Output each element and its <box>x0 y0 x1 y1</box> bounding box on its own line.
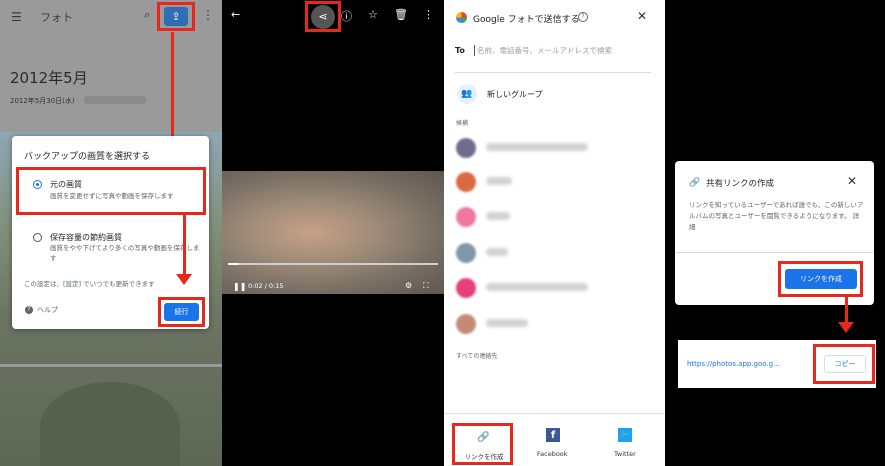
link-icon[interactable]: 🔗 <box>477 432 489 443</box>
contact-item[interactable] <box>456 278 656 300</box>
date-heading: 2012年5月 <box>10 69 88 87</box>
create-link-label[interactable]: リンクを作成 <box>459 451 509 461</box>
radio-storage-saver[interactable] <box>33 233 42 242</box>
upload-highlight: ⇪ <box>157 2 195 31</box>
option1-title: 元の画質 <box>50 180 82 189</box>
option2-desc: 画質をやや下げてより多くの写真や動画を保存します <box>50 244 200 262</box>
arrow-shaft <box>845 297 848 323</box>
video-viewer-panel: ← ⋖ ⓘ ☆ 🗑 ⋮ ❚❚ 0:02 / 0:15 ⚙ ⛶ <box>222 0 444 466</box>
bottom-divider <box>444 413 665 414</box>
continue-highlight: 続行 <box>158 297 205 327</box>
contact-item[interactable] <box>456 243 656 265</box>
blurred-location <box>84 96 146 104</box>
to-label: To <box>455 46 465 55</box>
contact-name-blurred <box>486 283 588 291</box>
suggestions-label: 候補 <box>456 120 469 127</box>
avatar <box>456 243 476 263</box>
link-icon: 🔗 <box>689 178 701 188</box>
recipient-search-input[interactable]: 名前、電話番号、メールアドレスで検索 <box>474 45 612 56</box>
help-icon[interactable]: ? <box>578 12 588 22</box>
share-highlight: ⋖ <box>305 1 341 32</box>
google-photos-logo-icon <box>456 12 467 23</box>
subdate: 2012年5月30日(水) <box>10 97 75 105</box>
close-icon[interactable]: ✕ <box>847 174 857 188</box>
twitter-icon[interactable]: 🐦 <box>618 428 632 442</box>
avatar <box>456 138 476 158</box>
create-link-highlight: 🔗 リンクを作成 <box>452 423 513 465</box>
settings-icon[interactable]: ⚙ <box>405 281 412 290</box>
new-group-label[interactable]: 新しいグループ <box>487 89 543 100</box>
app-title: フォト <box>40 11 73 24</box>
menu-icon[interactable]: ☰ <box>11 10 22 24</box>
grid-divider <box>0 364 222 367</box>
close-icon[interactable]: ✕ <box>637 9 647 23</box>
avatar <box>456 314 476 334</box>
progress-bar[interactable] <box>228 263 438 265</box>
trash-icon[interactable]: 🗑 <box>394 8 408 21</box>
shared-url[interactable]: https://photos.app.goo.g... <box>687 360 780 368</box>
arrow-shaft <box>183 215 186 275</box>
avatar <box>456 278 476 298</box>
facebook-label[interactable]: Facebook <box>537 450 568 458</box>
contact-name-blurred <box>486 248 508 256</box>
continue-button[interactable]: 続行 <box>164 303 199 321</box>
search-icon[interactable]: ⌕ <box>144 8 150 22</box>
option1-desc: 画質を変更せずに写真や動画を保存します <box>50 192 174 200</box>
sheet-title: Google フォトで送信する <box>473 15 580 25</box>
contact-item[interactable] <box>456 207 656 229</box>
back-arrow-icon[interactable]: ← <box>231 8 240 21</box>
share-icon[interactable]: ⋖ <box>311 5 335 29</box>
dialog-description: リンクを知っているユーザーであれば誰でも、この新しいアルバムの写真とユーザーを閲… <box>689 201 864 231</box>
contact-name-blurred <box>486 212 510 220</box>
create-link-button[interactable]: リンクを作成 <box>785 269 857 289</box>
radio-original-quality[interactable] <box>33 180 42 189</box>
fullscreen-icon[interactable]: ⛶ <box>423 281 429 291</box>
option2-title: 保存容量の節約画質 <box>50 233 122 242</box>
share-sheet-panel: Google フォトで送信する ? ✕ To 名前、電話番号、メールアドレスで検… <box>444 0 665 466</box>
contact-item[interactable] <box>456 138 656 160</box>
dialog-divider <box>675 252 874 253</box>
twitter-label[interactable]: Twitter <box>614 450 636 458</box>
photos-app-panel: ☰ フォト ⌕ ⇪ ⋮ 2012年5月 2012年5月30日(水) バックアップ… <box>0 0 222 466</box>
upload-icon[interactable]: ⇪ <box>164 7 188 26</box>
pause-icon[interactable]: ❚❚ <box>233 282 246 291</box>
more-options-icon[interactable]: ⋮ <box>202 8 214 22</box>
photo-thumbnail[interactable] <box>40 382 180 466</box>
copy-button[interactable]: コピー <box>824 355 866 373</box>
avatar <box>456 172 476 192</box>
contact-item[interactable] <box>456 314 656 336</box>
add-group-icon[interactable]: 👥 <box>457 84 477 104</box>
all-contacts-label[interactable]: すべての連絡先 <box>456 351 497 360</box>
shared-url-card: https://photos.app.goo.g... コピー <box>678 340 876 388</box>
arrow-head <box>176 274 192 285</box>
avatar <box>456 207 476 227</box>
contact-name-blurred <box>486 319 528 327</box>
app-bar: ☰ フォト ⌕ ⇪ ⋮ <box>0 0 222 32</box>
info-icon[interactable]: ⓘ <box>341 8 352 24</box>
contact-name-blurred <box>486 143 588 151</box>
contact-name-blurred <box>486 177 512 185</box>
dialog-title: バックアップの画質を選択する <box>24 152 151 162</box>
help-link[interactable]: ヘルプ <box>37 305 58 315</box>
video-player[interactable]: ❚❚ 0:02 / 0:15 ⚙ ⛶ <box>222 171 444 294</box>
copy-highlight: コピー <box>813 344 875 384</box>
arrow-shaft <box>171 32 174 150</box>
video-time: 0:02 / 0:15 <box>248 282 284 290</box>
create-link-highlight: リンクを作成 <box>778 261 863 297</box>
contact-item[interactable] <box>456 172 656 194</box>
star-icon[interactable]: ☆ <box>368 8 378 21</box>
arrow-head <box>838 322 854 333</box>
shared-link-panel: 🔗 共有リンクの作成 ✕ リンクを知っているユーザーであれば誰でも、この新しいア… <box>665 0 885 466</box>
facebook-icon[interactable]: f <box>546 428 560 442</box>
help-icon[interactable]: ? <box>25 306 33 314</box>
dialog-title: 共有リンクの作成 <box>706 179 775 189</box>
more-options-icon[interactable]: ⋮ <box>423 8 434 21</box>
divider <box>455 72 651 73</box>
